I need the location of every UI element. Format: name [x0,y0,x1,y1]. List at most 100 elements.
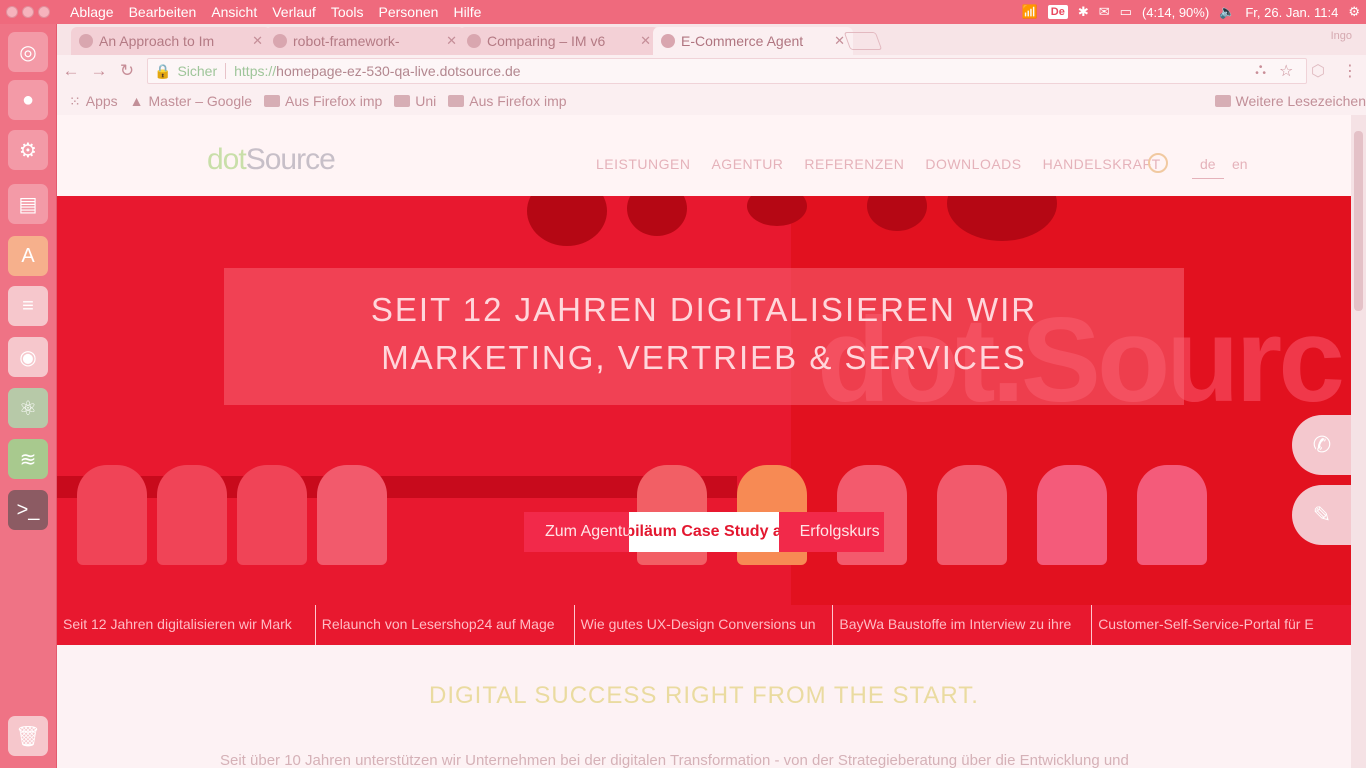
spotify-icon[interactable]: ≋ [8,439,48,479]
bookmark-label: Aus Firefox imp [469,93,567,109]
hero-chair [237,465,307,565]
google-drive-icon: ▲ [129,93,144,109]
volume-icon[interactable]: 🔈 [1219,4,1235,20]
menu-ablage[interactable]: Ablage [70,4,114,20]
bookmark-folder-firefox-1[interactable]: Aus Firefox imp [264,93,382,109]
menu-dots-icon[interactable]: ⋮ [1342,61,1358,81]
bookmark-apps[interactable]: ⁙ Apps [69,93,118,110]
bluetooth-icon[interactable]: ✱ [1078,4,1089,20]
clock[interactable]: Fr, 26. Jan. 11:4 [1245,5,1338,20]
slider-navigation: Seit 12 Jahren digitalisieren wir Mark R… [57,605,1351,645]
translate-icon[interactable]: ⛬ [1255,61,1266,79]
nav-downloads[interactable]: DOWNLOADS [925,156,1021,172]
settings-icon[interactable]: ⚙ [8,130,48,170]
hero-slider: dot.Sourc SEIT 12 JAHREN DIGITALISIEREN … [57,196,1351,605]
lock-icon[interactable]: 🔒 [154,63,171,80]
app-menu: Ablage Bearbeiten Ansicht Verlauf Tools … [70,4,481,20]
chrome-icon[interactable]: ◉ [8,337,48,377]
maximize-window-button[interactable] [38,6,50,18]
keyboard-layout-indicator[interactable]: De [1047,5,1068,19]
power-gear-icon[interactable]: ⚙ [1348,4,1360,20]
dotsource-logo[interactable]: dotSource [207,143,336,177]
terminal-icon[interactable]: >_ [8,490,48,530]
tab-title: robot-framework- [293,33,400,49]
bookmark-folder-uni[interactable]: Uni [394,93,436,109]
battery-status[interactable]: (4:14, 90%) [1142,5,1209,20]
search-icon[interactable] [1148,153,1168,173]
tab-robot-framework[interactable]: robot-framework- ✕ [265,27,465,55]
close-icon[interactable]: ✕ [834,33,845,49]
headline-line-2: MARKETING, VERTRIEB & SERVICES [381,339,1027,376]
text-editor-icon[interactable]: ≡ [8,286,48,326]
network-icon[interactable]: 📶 [1022,4,1038,20]
tab-approach[interactable]: An Approach to Im ✕ [71,27,271,55]
bookmark-master-google[interactable]: ▲ Master – Google [130,93,252,109]
lang-en[interactable]: en [1232,156,1248,172]
menu-hilfe[interactable]: Hilfe [453,4,481,20]
profile-name[interactable]: Ingo [1331,30,1352,42]
trash-icon[interactable]: 🗑 [8,716,48,756]
tab-title: E-Commerce Agent [681,33,804,49]
new-tab-button[interactable] [843,32,883,50]
menu-verlauf[interactable]: Verlauf [272,4,316,20]
nav-agentur[interactable]: AGENTUR [711,156,783,172]
back-arrow-icon[interactable]: ← [57,61,85,81]
hero-chair [157,465,227,565]
close-icon[interactable]: ✕ [252,33,263,49]
files-icon[interactable]: ▤ [8,184,48,224]
menu-tools[interactable]: Tools [331,4,364,20]
slide-link[interactable]: Seit 12 Jahren digitalisieren wir Mark [57,605,316,645]
hero-chair [937,465,1007,565]
folder-icon [264,95,281,107]
forward-arrow-icon[interactable]: → [85,61,113,81]
nav-handelskraft[interactable]: HANDELSKRAFT [1043,156,1161,172]
battery-icon[interactable]: ▭ [1120,4,1132,20]
nav-leistungen[interactable]: LEISTUNGEN [596,156,690,172]
tab-favicon-icon [467,34,481,48]
ubuntu-dash-icon[interactable]: ◎ [8,32,48,72]
hero-chair [1137,465,1207,565]
close-icon[interactable]: ✕ [446,33,457,49]
tab-title: Comparing – IM v6 [487,33,606,49]
minimize-window-button[interactable] [22,6,34,18]
system-tray: 📶 De ✱ ✉ ▭ (4:14, 90%) 🔈 Fr, 26. Jan. 11… [1022,0,1360,24]
scrollbar-thumb[interactable] [1354,131,1363,311]
tab-comparing[interactable]: Comparing – IM v6 ✕ [459,27,659,55]
cta-end-text: Erfolgskurs [799,523,880,540]
tab-ecommerce-agent[interactable]: E-Commerce Agent ✕ [653,27,853,55]
nav-referenzen[interactable]: REFERENZEN [804,156,904,172]
slide-link[interactable]: Customer-Self-Service-Portal für E [1092,605,1351,645]
slide-link[interactable]: Wie gutes UX-Design Conversions un [575,605,834,645]
firefox-icon[interactable]: ● [8,80,48,120]
slide-link[interactable]: BayWa Baustoffe im Interview zu ihre [833,605,1093,645]
other-bookmarks[interactable]: Weitere Lesezeichen [1214,93,1366,109]
secure-label[interactable]: Sicher [177,63,217,79]
tab-favicon-icon [661,34,675,48]
cta-active-highlight[interactable]: jubiläum Case Study auf [629,512,779,552]
page-scrollbar[interactable] [1351,115,1366,768]
menu-personen[interactable]: Personen [379,4,439,20]
reload-icon[interactable]: ↻ [113,61,141,81]
lang-de[interactable]: de [1192,156,1224,179]
address-bar[interactable]: 🔒 Sicher https:// homepage-ez-530-qa-liv… [147,58,1307,84]
hero-cta-button[interactable]: Zum Agentur Erfolgskurs jubiläum Case Stu… [524,512,884,552]
logo-dot: dot [207,143,247,176]
close-window-button[interactable] [6,6,18,18]
bookmark-folder-firefox-2[interactable]: Aus Firefox imp [448,93,567,109]
bookmark-label: Uni [415,93,437,109]
close-icon[interactable]: ✕ [640,33,651,49]
mail-icon[interactable]: ✉ [1099,4,1110,20]
phone-icon[interactable]: ✆ [1292,415,1351,475]
menu-bearbeiten[interactable]: Bearbeiten [129,4,197,20]
software-center-icon[interactable]: A [8,236,48,276]
slide-link[interactable]: Relaunch von Lesershop24 auf Mage [316,605,575,645]
menu-ansicht[interactable]: Ansicht [211,4,257,20]
pencil-icon[interactable]: ✎ [1292,485,1351,545]
atom-icon[interactable]: ⚛ [8,388,48,428]
extension-icon[interactable]: ⬡ [1311,61,1325,81]
bookmark-star-icon[interactable]: ☆ [1279,61,1293,81]
url-host: homepage-ez-530-qa-live.dotsource.de [276,63,521,79]
hero-lamp [527,196,607,246]
section-text: Seit über 10 Jahren unterstützen wir Unt… [220,752,1129,768]
bookmark-label: Weitere Lesezeichen [1235,93,1366,109]
